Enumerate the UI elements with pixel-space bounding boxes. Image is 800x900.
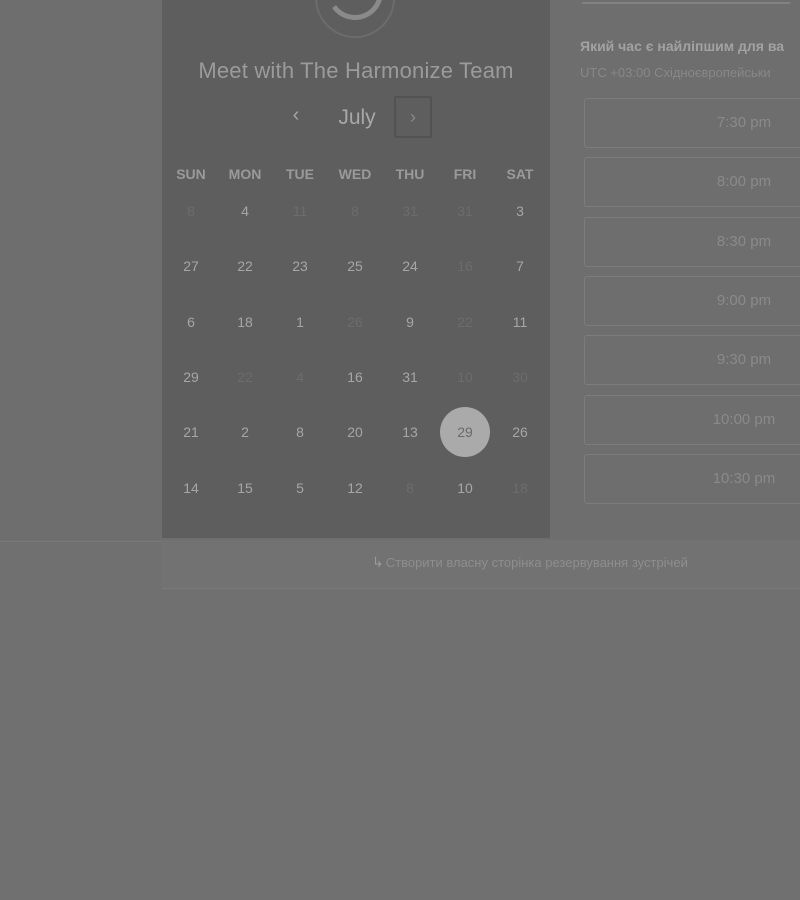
- calendar-panel: W Meet with The Harmonize Team ‹ July › …: [162, 0, 550, 538]
- time-slot-button[interactable]: 7:30 pm: [584, 98, 800, 148]
- calendar-day[interactable]: 25: [330, 241, 380, 291]
- time-slot-label: 8:30 pm: [716, 232, 772, 250]
- calendar-day[interactable]: 14: [166, 463, 216, 513]
- calendar-day: 18: [512, 480, 528, 496]
- time-slot-label: 9:30 pm: [716, 351, 772, 369]
- calendar-day: 16: [457, 258, 473, 274]
- calendar-day[interactable]: 21: [166, 407, 216, 457]
- calendar-day[interactable]: 22: [220, 241, 270, 291]
- footer-bar: ↳ Створити власну сторінка резервування з…: [162, 540, 800, 589]
- calendar-day[interactable]: 20: [330, 407, 380, 457]
- calendar-day[interactable]: 6: [166, 297, 216, 347]
- calendar-day[interactable]: 23: [275, 241, 325, 291]
- calendar-day: 4: [296, 369, 304, 385]
- calendar-day[interactable]: 15: [220, 463, 270, 513]
- time-slot-button[interactable]: 10:30 pm: [584, 453, 800, 504]
- calendar-day[interactable]: 3: [495, 186, 545, 236]
- calendar-day[interactable]: 27: [166, 241, 216, 291]
- meeting-title: Meet with The Harmonize Team: [198, 58, 514, 83]
- weekday-5: FRI: [453, 166, 477, 182]
- calendar-day[interactable]: 10: [440, 463, 490, 513]
- time-panel: Який час є найліпшим для ва UTC +03:00 С…: [550, 0, 800, 538]
- footer-link-text: Створити власну сторінка резервування зу…: [385, 555, 688, 570]
- weekday-header: SUN MON TUE WED THU FRI SAT: [162, 166, 550, 184]
- calendar-day[interactable]: 1: [275, 297, 325, 347]
- calendar-day[interactable]: 4: [220, 186, 270, 236]
- time-slot-button[interactable]: 9:00 pm: [584, 275, 800, 326]
- calendar-day[interactable]: 29: [166, 352, 216, 402]
- weekday-4: THU: [395, 166, 425, 182]
- time-slot-label: 10:00 pm: [712, 410, 776, 428]
- calendar-day: 31: [402, 203, 418, 219]
- calendar-day: 8: [351, 203, 359, 219]
- calendar-day: 10: [457, 369, 473, 385]
- calendar-day[interactable]: 7: [495, 241, 545, 291]
- calendar-day: 8: [187, 203, 195, 219]
- weekday-1: MON: [228, 166, 262, 182]
- top-input-strip: [582, 0, 790, 4]
- time-slot-label: 8:00 pm: [716, 173, 772, 191]
- calendar-day: 30: [512, 369, 528, 385]
- avatar-ring-icon: [322, 0, 388, 25]
- sprocket-icon: ↳: [372, 554, 384, 570]
- month-navigation: ‹ July ›: [162, 96, 550, 140]
- time-slot-label: 9:00 pm: [716, 291, 772, 309]
- calendar-day[interactable]: 31: [385, 352, 435, 402]
- prev-month-button[interactable]: ‹: [284, 104, 308, 128]
- time-slot-label: 7:30 pm: [716, 114, 772, 131]
- calendar-day[interactable]: 16: [330, 352, 380, 402]
- calendar-day[interactable]: 13: [385, 407, 435, 457]
- time-slot-button[interactable]: 8:30 pm: [584, 216, 800, 267]
- calendar-day[interactable]: 11: [495, 297, 545, 347]
- calendar-day[interactable]: 9: [385, 297, 435, 347]
- time-slot-button[interactable]: 8:00 pm: [584, 157, 800, 208]
- calendar-day[interactable]: 18: [220, 297, 270, 347]
- time-slot-button[interactable]: 9:30 pm: [584, 335, 800, 386]
- weekday-2: TUE: [286, 166, 314, 182]
- time-slot-label: 10:30 pm: [712, 469, 776, 487]
- calendar-day: 22: [237, 369, 253, 385]
- time-question: Який час є найліпшим для ва: [580, 38, 785, 54]
- calendar-day: 22: [457, 314, 473, 330]
- calendar-day[interactable]: 26: [495, 407, 545, 457]
- selected-day[interactable]: 29: [440, 407, 490, 457]
- next-month-button[interactable]: ›: [394, 96, 432, 138]
- calendar-day: 31: [457, 203, 473, 219]
- timezone-selector[interactable]: UTC +03:00 Східноєвропейськи: [580, 65, 771, 80]
- team-avatar: W: [315, 0, 395, 38]
- calendar-day[interactable]: 5: [275, 463, 325, 513]
- calendar-day[interactable]: 2: [220, 407, 270, 457]
- time-slot-button[interactable]: 10:00 pm: [584, 394, 800, 445]
- weekday-3: WED: [338, 166, 372, 182]
- calendar-day: 11: [292, 203, 308, 219]
- create-booking-page-link[interactable]: ↳ Створити власну сторінка резервування з…: [372, 554, 688, 571]
- calendar-day: 8: [406, 480, 414, 496]
- calendar-day[interactable]: 12: [330, 463, 380, 513]
- calendar-day[interactable]: 8: [275, 407, 325, 457]
- calendar-day[interactable]: 24: [385, 241, 435, 291]
- calendar-day: 26: [347, 314, 363, 330]
- weekday-6: SAT: [506, 166, 534, 182]
- weekday-0: SUN: [176, 166, 206, 182]
- month-label: July: [338, 106, 376, 129]
